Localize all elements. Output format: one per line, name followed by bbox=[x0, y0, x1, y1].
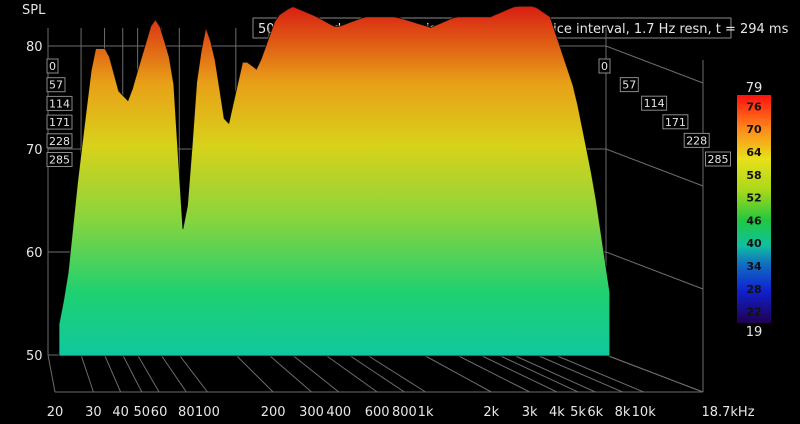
colorbar-tick-label: 46 bbox=[746, 214, 762, 227]
x-tick-label: 50 bbox=[134, 405, 151, 420]
colorbar-tick-label: 64 bbox=[746, 146, 762, 159]
grid-floor-line bbox=[513, 354, 596, 393]
grid-floor-line bbox=[160, 354, 187, 393]
x-tick-label: 200 bbox=[261, 405, 286, 420]
y-tick-label: 70 bbox=[26, 143, 43, 158]
x-tick-label: 600 bbox=[365, 405, 390, 420]
time-tick-label: 57 bbox=[49, 79, 63, 92]
y-tick-label: 50 bbox=[26, 349, 43, 364]
time-tick-label: 114 bbox=[644, 97, 665, 110]
time-tick-label: 57 bbox=[622, 79, 636, 92]
grid-floor-line bbox=[554, 354, 644, 393]
time-tick-label: 285 bbox=[49, 154, 70, 167]
time-tick-label: 114 bbox=[49, 97, 70, 110]
grid-floor-line bbox=[178, 354, 208, 393]
time-tick-label: 171 bbox=[49, 116, 70, 129]
grid-floor-line bbox=[122, 354, 143, 393]
x-tick-label: 8k bbox=[615, 405, 631, 420]
grid-floor-line bbox=[80, 354, 94, 393]
y-tick-label: 60 bbox=[26, 246, 43, 261]
grid-floor-line bbox=[47, 354, 56, 393]
colorbar-tick-label: 34 bbox=[746, 260, 762, 273]
x-tick-label: 2k bbox=[483, 405, 499, 420]
x-tick-label: 4k bbox=[549, 405, 565, 420]
x-tick-label: 10k bbox=[632, 405, 657, 420]
x-tick-label: 18.7kHz bbox=[701, 405, 754, 420]
grid-floor-line bbox=[423, 354, 492, 393]
grid-side-line bbox=[605, 251, 704, 290]
x-tick-label: 40 bbox=[112, 405, 129, 420]
grid-floor-line bbox=[325, 354, 378, 393]
grid-side-line bbox=[605, 354, 704, 393]
y-axis-title: SPL bbox=[22, 3, 46, 18]
x-tick-label: 6k bbox=[587, 405, 603, 420]
x-tick-labels: 20 30 40 50 60 80 100 200 300 400 600 800 1k 2k 3k 4k 5k… bbox=[47, 405, 755, 420]
time-tick-label: 171 bbox=[665, 116, 686, 129]
x-tick-label: 1k bbox=[418, 405, 434, 420]
grid-floor-line bbox=[104, 354, 122, 393]
grid-floor-line bbox=[137, 354, 160, 393]
x-tick-label: 80 bbox=[178, 405, 195, 420]
x-tick-label: 800 bbox=[392, 405, 417, 420]
time-tick-label: 285 bbox=[708, 153, 729, 166]
colorbar-tick-label: 28 bbox=[746, 283, 761, 296]
time-tick-label: 228 bbox=[686, 134, 707, 147]
waterfall-svg: SPL 500 ms window, 100 ms rise time, 3.0… bbox=[22, 3, 789, 420]
colorbar-tick-label: 70 bbox=[746, 123, 762, 136]
grid-floor-line bbox=[292, 354, 340, 393]
time-tick-label: 228 bbox=[49, 135, 70, 148]
waterfall-surface bbox=[58, 5, 611, 357]
x-tick-label: 400 bbox=[326, 405, 351, 420]
y-tick-label: 80 bbox=[26, 40, 43, 55]
x-tick-label: 300 bbox=[299, 405, 324, 420]
waterfall-slice bbox=[58, 5, 611, 357]
x-tick-label: 100 bbox=[195, 405, 220, 420]
colorbar-tick-label: 40 bbox=[746, 237, 762, 250]
y-tick-labels: 1101009080706050 bbox=[26, 40, 43, 364]
time-tick-label: 0 bbox=[601, 60, 608, 73]
grid-floor-line bbox=[536, 354, 623, 393]
x-tick-label: 30 bbox=[85, 405, 102, 420]
colorbar-tick-label: 52 bbox=[746, 192, 761, 205]
waterfall-chart: SPL 500 ms window, 100 ms rise time, 3.0… bbox=[0, 0, 800, 424]
colorbar-min-label: 19 bbox=[746, 325, 763, 340]
x-tick-label: 60 bbox=[151, 405, 168, 420]
grid-floor-line bbox=[268, 354, 312, 393]
x-tick-label: 3k bbox=[522, 405, 538, 420]
x-tick-label: 5k bbox=[570, 405, 586, 420]
time-tick-label: 0 bbox=[49, 60, 56, 73]
colorbar-tick-label: 76 bbox=[746, 100, 762, 113]
colorbar-tick-label: 22 bbox=[746, 306, 761, 319]
x-tick-label: 20 bbox=[47, 405, 64, 420]
grid-floor-line bbox=[235, 354, 274, 393]
grid-floor-line bbox=[498, 354, 579, 393]
colorbar-max-label: 79 bbox=[746, 81, 763, 96]
grid-side-line bbox=[605, 148, 704, 187]
colorbar-tick-label: 58 bbox=[746, 169, 761, 182]
